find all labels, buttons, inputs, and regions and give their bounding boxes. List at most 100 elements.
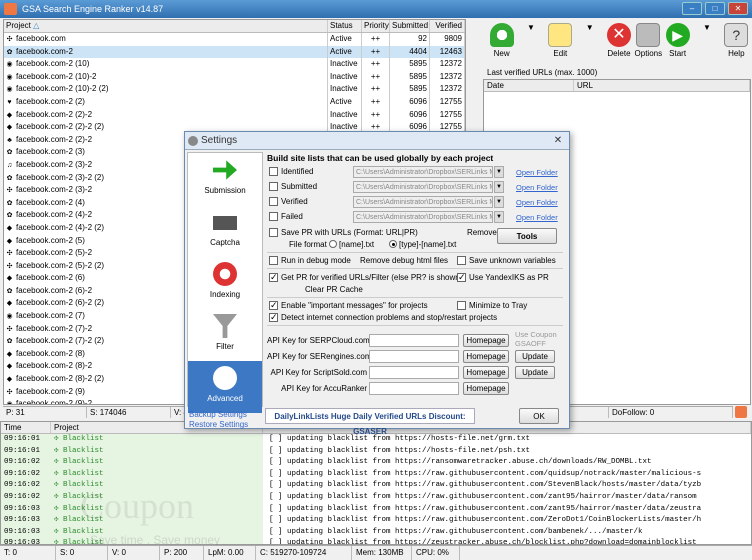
col-verified[interactable]: Verified (430, 20, 465, 32)
delete-button[interactable]: ✕ Delete (604, 19, 633, 65)
main-toolbar: New ▼ Edit ▼ ✕ Delete Options ▶ Start ▼ ? H… (483, 19, 751, 65)
project-status-icon: ✣ (6, 388, 13, 396)
api-accuranker-input[interactable] (369, 382, 459, 395)
verified-path[interactable]: C:\Users\Administrator\Dropbox\SERLinks … (353, 196, 493, 208)
log-row[interactable]: 09:16:01 ✣ Blacklist [ ] updating blacklis… (1, 445, 751, 458)
project-name: facebook.com-2 (9) (16, 386, 85, 396)
api-serpcloud-input[interactable] (369, 334, 459, 347)
failed-checkbox[interactable] (269, 212, 278, 221)
project-priority: ++ (362, 83, 390, 96)
minimize-tray-checkbox[interactable] (457, 301, 466, 310)
project-submitted: 5895 (390, 83, 430, 96)
verified-checkbox[interactable] (269, 197, 278, 206)
project-row[interactable]: ◉ facebook.com-2 (10) Inactive ++ 5895 12372 (4, 58, 465, 71)
project-name: facebook.com-2 (4)-2 (2) (16, 222, 105, 232)
failed-open-folder[interactable]: Open Folder (516, 213, 558, 223)
col-status[interactable]: Status (328, 20, 362, 32)
col-date[interactable]: Date (484, 80, 574, 91)
tools-button[interactable]: Tools (497, 228, 557, 244)
dialog-close-icon[interactable]: ✕ (551, 134, 565, 147)
promo-banner[interactable]: DailyLinkLists Huge Daily Verified URLs … (265, 408, 475, 436)
nav-indexing[interactable]: Indexing (188, 257, 262, 309)
col-url[interactable]: URL (574, 80, 750, 91)
help-button[interactable]: ? Help (722, 19, 751, 65)
col-time[interactable]: Time (1, 422, 51, 433)
verified-dropdown-icon[interactable]: ▼ (494, 196, 504, 208)
project-status-icon: ◉ (6, 86, 13, 94)
verified-open-folder[interactable]: Open Folder (516, 198, 558, 208)
project-row[interactable]: ◉ facebook.com-2 (10)-2 Inactive ++ 5895 1237… (4, 70, 465, 84)
project-submitted: 6096 (390, 108, 430, 122)
status-v2: V: 0 (108, 546, 160, 560)
project-name: facebook.com-2 (3)-2 (16, 185, 93, 195)
api-serengines-label: API Key for SERengines.com (267, 352, 372, 361)
log-message: [ ] updating blacklist from https://raw.… (269, 504, 702, 513)
api-serengines-input[interactable] (369, 350, 459, 363)
col-project[interactable]: Project △ (4, 20, 328, 32)
submitted-path[interactable]: C:\Users\Administrator\Dropbox\SERLinks … (353, 181, 493, 193)
nav-filter[interactable]: Filter (188, 309, 262, 361)
log-row[interactable]: 09:16:02 ✣ Blacklist [ ] updating blacklis… (1, 468, 751, 481)
api-scriptsold-input[interactable] (369, 366, 459, 379)
backup-settings-link[interactable]: Backup Settings (189, 410, 248, 420)
project-row[interactable]: ◉ facebook.com-2 (10)-2 (2) Inactive ++ 5895… (4, 83, 465, 96)
submitted-checkbox[interactable] (269, 182, 278, 191)
serengines-homepage-button[interactable]: Homepage (463, 350, 509, 363)
minimize-button[interactable]: – (682, 2, 702, 15)
maximize-button[interactable]: □ (705, 2, 725, 15)
new-button[interactable]: New (487, 19, 516, 65)
save-pr-checkbox[interactable] (269, 228, 278, 237)
project-row[interactable]: ◆ facebook.com-2 (2)-2 Inactive ++ 6096 12755 (4, 108, 465, 122)
clear-pr-cache[interactable]: Clear PR Cache (305, 285, 363, 295)
identified-checkbox[interactable] (269, 167, 278, 176)
warning-icon[interactable] (735, 406, 747, 418)
new-dropdown-icon[interactable]: ▼ (516, 19, 545, 65)
window-title: GSA Search Engine Ranker v14.87 (22, 4, 164, 14)
col-priority[interactable]: Priority (362, 20, 390, 32)
log-message: [ ] updating blacklist from https://raw.… (269, 492, 697, 501)
failed-path[interactable]: C:\Users\Administrator\Dropbox\SERLinks … (353, 211, 493, 223)
project-row[interactable]: ♥ facebook.com-2 (2) Active ++ 6096 12755 (4, 95, 465, 109)
identified-dropdown-icon[interactable]: ▼ (494, 166, 504, 178)
nav-captcha[interactable]: Captcha (188, 205, 262, 257)
project-row[interactable]: ✿ facebook.com-2 Active ++ 4404 12463 (4, 45, 465, 59)
project-priority: ++ (362, 45, 390, 59)
start-button[interactable]: ▶ Start (663, 19, 692, 65)
important-messages-checkbox[interactable] (269, 300, 278, 310)
scriptsold-update-button[interactable]: Update (515, 366, 555, 379)
detect-connection-checkbox[interactable] (269, 312, 278, 322)
start-dropdown-icon[interactable]: ▼ (692, 19, 721, 65)
failed-dropdown-icon[interactable]: ▼ (494, 211, 504, 223)
blacklist-icon: ✣ (54, 516, 64, 525)
serpcloud-homepage-button[interactable]: Homepage (463, 334, 509, 347)
submitted-open-folder[interactable]: Open Folder (516, 183, 558, 193)
nav-advanced[interactable]: Advanced (188, 361, 262, 413)
submitted-dropdown-icon[interactable]: ▼ (494, 181, 504, 193)
save-unknown-checkbox[interactable] (457, 256, 466, 265)
edit-button[interactable]: Edit (546, 19, 575, 65)
project-name: facebook.com-2 (3)-2 (16, 159, 93, 169)
col-submitted[interactable]: Submitted (390, 20, 430, 32)
format-type-name-radio[interactable] (389, 240, 397, 248)
identified-open-folder[interactable]: Open Folder (516, 168, 558, 178)
edit-icon (548, 23, 573, 47)
submitted-label: Submitted (281, 182, 318, 191)
close-button[interactable]: ✕ (728, 2, 748, 15)
remove-debug-label[interactable]: Remove debug html files (360, 256, 448, 266)
scriptsold-homepage-button[interactable]: Homepage (463, 366, 509, 379)
log-row[interactable]: 09:16:02 ✣ Blacklist [ ] updating blacklis… (1, 457, 751, 469)
identified-path[interactable]: C:\Users\Administrator\Dropbox\SERLinks … (353, 166, 493, 178)
ok-button[interactable]: OK (519, 408, 559, 424)
get-pr-checkbox[interactable] (269, 272, 278, 282)
restore-settings-link[interactable]: Restore Settings (189, 420, 248, 430)
format-name-radio[interactable] (329, 240, 337, 248)
debug-checkbox[interactable] (269, 256, 278, 265)
nav-submission[interactable]: Submission (188, 153, 262, 205)
project-row[interactable]: ✣ facebook.com Active ++ 92 9809 (4, 33, 465, 46)
serengines-update-button[interactable]: Update (515, 350, 555, 363)
edit-dropdown-icon[interactable]: ▼ (575, 19, 604, 65)
project-verified: 12372 (430, 70, 465, 84)
accuranker-homepage-button[interactable]: Homepage (463, 382, 509, 395)
yandex-checkbox[interactable] (457, 272, 466, 282)
options-button[interactable]: Options (634, 19, 663, 65)
